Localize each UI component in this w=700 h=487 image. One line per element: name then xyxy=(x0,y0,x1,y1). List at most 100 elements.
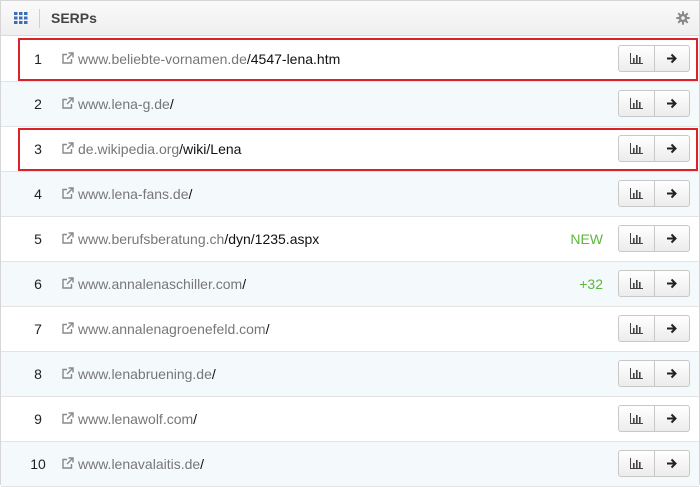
arrow-right-icon xyxy=(667,233,678,244)
rank-number: 10 xyxy=(30,456,46,472)
bar-chart-icon xyxy=(629,413,643,424)
result-path: / xyxy=(200,456,205,472)
serp-row-3: 3 de.wikipedia.org/wiki/Lena xyxy=(1,127,699,172)
rank-number: 6 xyxy=(34,276,42,292)
chart-button[interactable] xyxy=(619,271,654,296)
result-link[interactable]: www.annalenaschiller.com/ xyxy=(61,262,246,306)
arrow-right-icon xyxy=(667,458,678,469)
result-link[interactable]: www.lenawolf.com/ xyxy=(61,397,197,441)
go-button[interactable] xyxy=(653,46,689,71)
external-link-icon xyxy=(62,277,74,289)
result-link[interactable]: de.wikipedia.org/wiki/Lena xyxy=(61,127,241,171)
arrow-right-icon xyxy=(667,323,678,334)
chart-button[interactable] xyxy=(619,361,654,386)
result-path: / xyxy=(211,366,216,382)
chart-button[interactable] xyxy=(619,136,654,161)
panel-header: SERPs xyxy=(1,1,699,36)
arrow-right-icon xyxy=(667,53,678,64)
result-link[interactable]: www.annalenagroenefeld.com/ xyxy=(61,307,269,351)
rank-change-badge: NEW xyxy=(570,231,603,247)
row-actions xyxy=(618,90,690,117)
serp-row-8: 8 www.lenabruening.de/ xyxy=(1,352,699,397)
result-link[interactable]: www.berufsberatung.ch/dyn/1235.aspx xyxy=(61,217,319,261)
result-domain: www.lenabruening.de xyxy=(78,366,212,382)
external-link-icon xyxy=(62,97,74,109)
chart-button[interactable] xyxy=(619,46,654,71)
result-path: /4547-lena.htm xyxy=(246,51,341,67)
bar-chart-icon xyxy=(629,368,643,379)
row-actions xyxy=(618,405,690,432)
go-button[interactable] xyxy=(653,271,689,296)
result-path: /wiki/Lena xyxy=(179,141,242,157)
result-domain: www.beliebte-vornamen.de xyxy=(78,51,247,67)
bar-chart-icon xyxy=(629,98,643,109)
go-button[interactable] xyxy=(653,316,689,341)
serp-row-9: 9 www.lenawolf.com/ xyxy=(1,397,699,442)
go-button[interactable] xyxy=(653,226,689,251)
rank-number: 8 xyxy=(34,366,42,382)
arrow-right-icon xyxy=(667,368,678,379)
bar-chart-icon xyxy=(629,143,643,154)
result-link[interactable]: www.lenavalaitis.de/ xyxy=(61,442,204,486)
bar-chart-icon xyxy=(629,188,643,199)
result-link[interactable]: www.beliebte-vornamen.de/4547-lena.htm xyxy=(61,37,340,81)
panel-title: SERPs xyxy=(51,10,97,26)
external-link-icon xyxy=(62,367,74,379)
result-domain: www.annalenagroenefeld.com xyxy=(78,321,266,337)
arrow-right-icon xyxy=(667,413,678,424)
arrow-right-icon xyxy=(667,143,678,154)
go-button[interactable] xyxy=(653,181,689,206)
rank-number: 7 xyxy=(34,321,42,337)
chart-button[interactable] xyxy=(619,181,654,206)
serp-row-10: 10 www.lenavalaitis.de/ xyxy=(1,442,699,487)
serp-row-2: 2 www.lena-g.de/ xyxy=(1,82,699,127)
row-actions xyxy=(618,360,690,387)
external-link-icon xyxy=(62,142,74,154)
grid-icon xyxy=(14,12,28,24)
rank-change-badge: +32 xyxy=(579,276,603,292)
go-button[interactable] xyxy=(653,91,689,116)
row-actions xyxy=(618,270,690,297)
row-actions xyxy=(618,450,690,477)
result-link[interactable]: www.lena-g.de/ xyxy=(61,82,174,126)
result-domain: www.berufsberatung.ch xyxy=(78,231,225,247)
result-path: / xyxy=(193,411,198,427)
header-divider xyxy=(39,9,40,28)
bar-chart-icon xyxy=(629,323,643,334)
bar-chart-icon xyxy=(629,458,643,469)
external-link-icon xyxy=(62,232,74,244)
arrow-right-icon xyxy=(667,98,678,109)
chart-button[interactable] xyxy=(619,406,654,431)
result-link[interactable]: www.lena-fans.de/ xyxy=(61,172,192,216)
gear-icon[interactable] xyxy=(676,11,690,25)
bar-chart-icon xyxy=(629,233,643,244)
serp-row-5: 5 www.berufsberatung.ch/dyn/1235.aspx NE… xyxy=(1,217,699,262)
result-path: /dyn/1235.aspx xyxy=(224,231,320,247)
arrow-right-icon xyxy=(667,278,678,289)
result-domain: www.lena-g.de xyxy=(78,96,170,112)
row-actions xyxy=(618,45,690,72)
chart-button[interactable] xyxy=(619,226,654,251)
external-link-icon xyxy=(62,457,74,469)
chart-button[interactable] xyxy=(619,451,654,476)
chart-button[interactable] xyxy=(619,316,654,341)
serp-row-6: 6 www.annalenaschiller.com/ +32 xyxy=(1,262,699,307)
result-link[interactable]: www.lenabruening.de/ xyxy=(61,352,216,396)
serps-panel: SERPs 1 www.beliebte-vornamen.de/4547-le… xyxy=(0,0,700,487)
result-domain: www.lenawolf.com xyxy=(78,411,194,427)
bar-chart-icon xyxy=(629,278,643,289)
go-button[interactable] xyxy=(653,406,689,431)
go-button[interactable] xyxy=(653,136,689,161)
serp-row-1: 1 www.beliebte-vornamen.de/4547-lena.htm xyxy=(1,37,699,82)
result-domain: www.lenavalaitis.de xyxy=(78,456,201,472)
go-button[interactable] xyxy=(653,361,689,386)
rank-number: 9 xyxy=(34,411,42,427)
external-link-icon xyxy=(62,412,74,424)
go-button[interactable] xyxy=(653,451,689,476)
result-path: / xyxy=(242,276,247,292)
chart-button[interactable] xyxy=(619,91,654,116)
rank-number: 3 xyxy=(34,141,42,157)
row-actions xyxy=(618,180,690,207)
serp-row-7: 7 www.annalenagroenefeld.com/ xyxy=(1,307,699,352)
rank-number: 1 xyxy=(34,51,42,67)
